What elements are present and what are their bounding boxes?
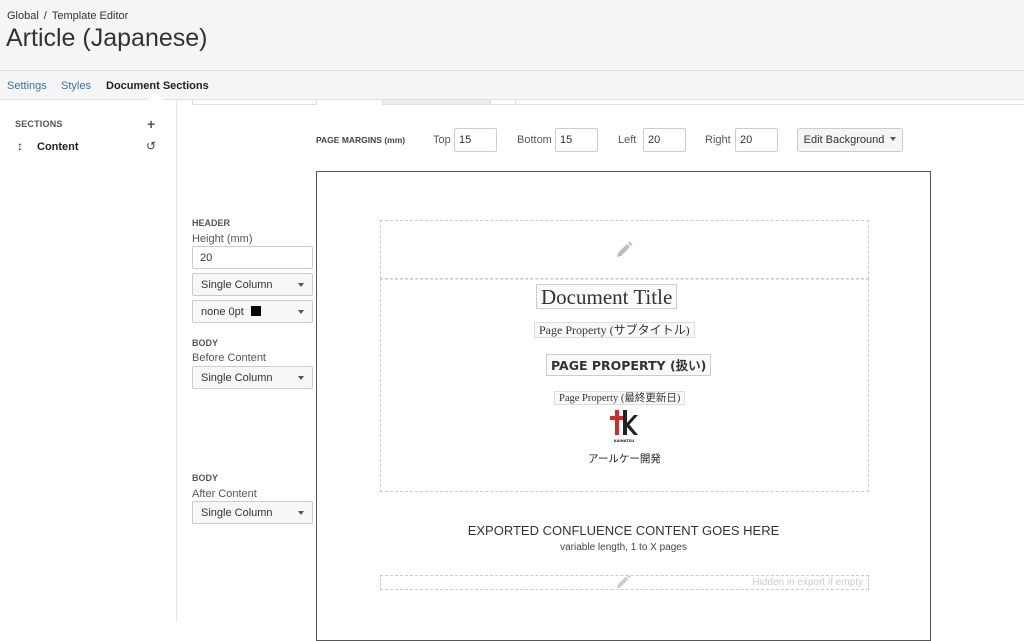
page-margins-label: PAGE MARGINS (mm)	[316, 135, 406, 145]
edit-background-label: Edit Background	[803, 134, 885, 146]
page-property-handling[interactable]: PAGE PROPERTY (扱い)	[546, 354, 712, 376]
caret-down-icon	[298, 310, 304, 314]
caret-down-icon	[298, 511, 304, 515]
breadcrumb-separator: /	[43, 10, 47, 22]
page-property-subtitle[interactable]: Page Property (サブタイトル)	[534, 322, 695, 338]
hidden-if-empty-note: Hidden in export if empty	[752, 577, 863, 588]
caret-down-icon	[298, 376, 304, 380]
body-after-sub-label: After Content	[192, 488, 257, 500]
drag-handle-icon[interactable]: ↕	[17, 139, 23, 153]
document-title-field[interactable]: Document Title	[536, 284, 678, 309]
header-column-select[interactable]: Single Column	[192, 273, 313, 296]
breadcrumb-current[interactable]: Template Editor	[52, 10, 128, 22]
margin-right-input[interactable]: 20	[735, 128, 778, 152]
edit-background-button[interactable]: Edit Background	[797, 128, 903, 152]
sections-sidebar: SECTIONS + ↕ Content ↺	[0, 100, 177, 622]
margin-top-label: Top	[433, 134, 451, 146]
body-after-section-label: BODY	[192, 473, 219, 483]
margin-left-input[interactable]: 20	[643, 128, 686, 152]
reset-icon[interactable]: ↺	[146, 139, 156, 153]
top-strip	[192, 100, 1024, 105]
margin-bottom-input[interactable]: 15	[555, 128, 598, 152]
body-before-section-label: BODY	[192, 338, 219, 348]
sidebar-item-label: Content	[37, 141, 79, 153]
body-before-sub-label: Before Content	[192, 352, 266, 364]
caret-down-icon	[298, 283, 304, 287]
body-after-column-value: Single Column	[201, 507, 273, 519]
tab-document-sections[interactable]: Document Sections	[106, 80, 209, 92]
margin-bottom-label: Bottom	[517, 134, 552, 146]
header-height-label: Height (mm)	[192, 233, 253, 245]
page-header: Global / Template Editor Article (Japanese…	[0, 0, 1024, 71]
margin-left-label: Left	[618, 134, 637, 146]
header-border-select[interactable]: none 0pt	[192, 300, 313, 323]
content-placeholder-subtitle: variable length, 1 to X pages	[560, 542, 687, 553]
header-zone[interactable]	[380, 220, 869, 279]
tab-settings[interactable]: Settings	[7, 80, 47, 92]
sections-heading: SECTIONS	[15, 119, 63, 129]
header-border-value: none 0pt	[201, 306, 244, 318]
breadcrumb-root[interactable]: Global	[7, 10, 39, 22]
tab-styles[interactable]: Styles	[61, 80, 91, 92]
breadcrumb: Global / Template Editor	[7, 10, 128, 22]
company-name: アールケー開発	[588, 453, 661, 465]
active-tab-indicator	[147, 92, 163, 100]
header-section-label: HEADER	[192, 218, 231, 228]
body-before-column-select[interactable]: Single Column	[192, 366, 313, 389]
page-property-last-updated[interactable]: Page Property (最終更新日)	[554, 391, 686, 405]
body-before-column-value: Single Column	[201, 372, 273, 384]
pencil-icon[interactable]	[614, 240, 634, 260]
company-logo: KAIHATSU	[610, 410, 638, 443]
border-color-swatch	[250, 306, 261, 316]
plus-icon[interactable]: +	[147, 116, 155, 132]
margin-top-input[interactable]: 15	[454, 128, 497, 152]
document-canvas: Document Title Page Property (サブタイトル) PA…	[316, 171, 931, 641]
header-height-input[interactable]: 20	[192, 246, 313, 269]
content-placeholder-title: EXPORTED CONFLUENCE CONTENT GOES HERE	[467, 523, 780, 538]
header-column-value: Single Column	[201, 279, 273, 291]
logo-caption: KAIHATSU	[614, 439, 634, 443]
margin-right-label: Right	[705, 134, 731, 146]
body-after-zone[interactable]: Hidden in export if empty	[380, 573, 869, 591]
sidebar-item-content[interactable]: ↕ Content ↺	[15, 139, 165, 155]
caret-down-icon	[890, 137, 897, 141]
page-title: Article (Japanese)	[6, 24, 208, 52]
body-after-column-select[interactable]: Single Column	[192, 501, 313, 524]
pencil-icon[interactable]	[614, 573, 632, 591]
